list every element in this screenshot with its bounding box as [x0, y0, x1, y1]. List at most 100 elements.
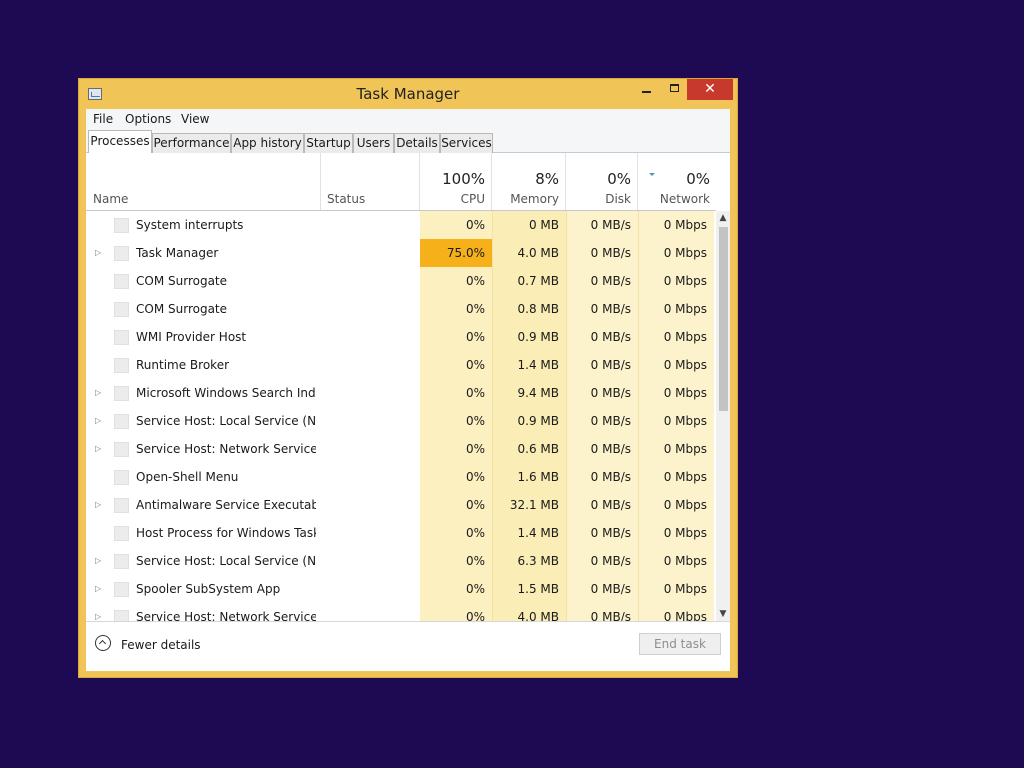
expand-chevron-icon[interactable]: ▷: [95, 603, 105, 621]
table-row[interactable]: ▷ Service Host: Network Service (4) 0%4.0 …: [86, 603, 716, 621]
network-cell: 0 Mbps: [638, 267, 714, 295]
table-row[interactable]: Runtime Broker 0% 1.4 MB 0 MB/s 0 Mbps: [86, 351, 716, 379]
network-cell: 0 Mbps: [638, 295, 714, 323]
column-header-memory[interactable]: 8% Memory: [492, 153, 566, 211]
process-icon: [114, 442, 129, 457]
process-name: Spooler SubSystem App: [136, 582, 281, 596]
table-row[interactable]: ▷ Service Host: Network Service (... 0%0.6…: [86, 435, 716, 463]
memory-cell: 0.8 MB: [492, 295, 566, 323]
cpu-cell: 0%: [420, 267, 492, 295]
title-bar[interactable]: Task Manager ✕: [79, 79, 737, 109]
memory-cell: 4.0 MB: [492, 239, 566, 267]
tab-processes[interactable]: Processes: [88, 130, 152, 153]
disk-cell: 0 MB/s: [566, 211, 638, 239]
table-row[interactable]: Open-Shell Menu 0% 1.6 MB 0 MB/s 0 Mbps: [86, 463, 716, 491]
cpu-cell: 0%: [420, 407, 492, 435]
table-row[interactable]: COM Surrogate 0% 0.8 MB 0 MB/s 0 Mbps: [86, 295, 716, 323]
minimize-button[interactable]: [633, 79, 661, 100]
disk-cell: 0 MB/s: [566, 463, 638, 491]
process-name: Runtime Broker: [136, 358, 230, 372]
minimize-icon: [642, 91, 651, 93]
disk-cell: 0 MB/s: [566, 239, 638, 267]
cpu-cell: 0%: [420, 575, 492, 603]
column-label-network: Network: [659, 192, 710, 206]
memory-cell: 0.9 MB: [492, 323, 566, 351]
scroll-up-arrow-icon[interactable]: ▲: [716, 211, 730, 225]
expand-chevron-icon[interactable]: ▷: [95, 435, 105, 463]
process-icon: [114, 246, 129, 261]
maximize-icon: [670, 84, 679, 92]
table-row[interactable]: COM Surrogate 0% 0.7 MB 0 MB/s 0 Mbps: [86, 267, 716, 295]
menu-options[interactable]: Options: [125, 112, 171, 126]
scroll-down-arrow-icon[interactable]: ▼: [716, 607, 730, 621]
close-button[interactable]: ✕: [687, 79, 733, 100]
process-name: Host Process for Windows Tasks: [136, 526, 316, 540]
expand-chevron-icon[interactable]: ▷: [95, 379, 105, 407]
column-header-cpu[interactable]: 100% CPU: [420, 153, 492, 211]
cpu-cell: 0%: [420, 463, 492, 491]
chevron-up-circle-icon[interactable]: [95, 635, 111, 651]
expand-chevron-icon[interactable]: ▷: [95, 547, 105, 575]
close-icon: ✕: [704, 81, 716, 97]
process-name: COM Surrogate: [136, 302, 228, 316]
memory-cell: 0.6 MB: [492, 435, 566, 463]
table-row[interactable]: System interrupts 0% 0 MB 0 MB/s 0 Mbps: [86, 211, 716, 239]
end-task-button[interactable]: End task: [639, 633, 721, 655]
table-row[interactable]: ▷ Antimalware Service Executable 0% 32.1 MB…: [86, 491, 716, 519]
process-icon: [114, 610, 129, 621]
column-header-name[interactable]: Name: [86, 153, 321, 211]
column-header-status[interactable]: Status: [321, 153, 420, 211]
tab-performance[interactable]: Performance: [152, 133, 231, 153]
column-label-status: Status: [327, 192, 366, 206]
tab-strip: Processes Performance App history Startu…: [86, 129, 730, 153]
disk-cell: 0 MB/s: [566, 603, 638, 621]
expand-chevron-icon[interactable]: ▷: [95, 239, 105, 267]
menu-view[interactable]: View: [181, 112, 209, 126]
table-row[interactable]: ▷ Spooler SubSystem App 0% 1.5 MB 0 MB/s 0 Mb…: [86, 575, 716, 603]
process-name: Open-Shell Menu: [136, 470, 239, 484]
table-row[interactable]: ▷ Service Host: Local Service (No I... 0% 0…: [86, 407, 716, 435]
tab-details[interactable]: Details: [394, 133, 440, 153]
table-row[interactable]: Host Process for Windows Tasks 0% 1.4 MB 0 …: [86, 519, 716, 547]
column-label-name: Name: [93, 192, 129, 206]
disk-cell: 0 MB/s: [566, 407, 638, 435]
table-row[interactable]: ▷ Task Manager 75.0% 4.0 MB 0 MB/s 0 Mbps: [86, 239, 716, 267]
network-total-percent: 0%: [686, 170, 710, 188]
tab-services[interactable]: Services: [440, 133, 493, 153]
menu-file[interactable]: File: [93, 112, 113, 126]
process-icon: [114, 554, 129, 569]
column-label-disk: Disk: [605, 192, 631, 206]
disk-cell: 0 MB/s: [566, 351, 638, 379]
table-row[interactable]: ▷ Microsoft Windows Search Inde... 0% 9.4 M…: [86, 379, 716, 407]
task-manager-window: Task Manager ✕ File Options View Process…: [78, 78, 738, 678]
column-header-network[interactable]: 0% Network: [638, 153, 716, 211]
tab-startup[interactable]: Startup: [304, 133, 353, 153]
memory-cell: 0.7 MB: [492, 267, 566, 295]
cpu-cell: 75.0%: [420, 239, 492, 267]
process-icon: [114, 358, 129, 373]
process-name: Service Host: Local Service (No I...: [136, 414, 316, 428]
memory-cell: 6.3 MB: [492, 547, 566, 575]
memory-cell: 1.4 MB: [492, 519, 566, 547]
memory-cell: 1.6 MB: [492, 463, 566, 491]
column-header-disk[interactable]: 0% Disk: [566, 153, 638, 211]
expand-chevron-icon[interactable]: ▷: [95, 575, 105, 603]
cpu-cell: 0%: [420, 603, 492, 621]
expand-chevron-icon: [95, 519, 105, 547]
tab-app-history[interactable]: App history: [231, 133, 304, 153]
scrollbar-thumb[interactable]: [719, 227, 728, 411]
memory-total-percent: 8%: [535, 170, 559, 188]
network-cell: 0 Mbps: [638, 407, 714, 435]
menu-bar: File Options View: [86, 109, 730, 129]
maximize-button[interactable]: [661, 79, 689, 100]
vertical-scrollbar[interactable]: ▲ ▼: [716, 211, 730, 621]
table-row[interactable]: ▷ Service Host: Local Service (No ... 0%6.…: [86, 547, 716, 575]
network-cell: 0 Mbps: [638, 239, 714, 267]
fewer-details-link[interactable]: Fewer details: [121, 638, 201, 652]
process-list[interactable]: System interrupts 0% 0 MB 0 MB/s 0 Mbps ▷ Task…: [86, 211, 716, 621]
expand-chevron-icon[interactable]: ▷: [95, 407, 105, 435]
expand-chevron-icon[interactable]: ▷: [95, 491, 105, 519]
expand-chevron-icon: [95, 323, 105, 351]
table-row[interactable]: WMI Provider Host 0% 0.9 MB 0 MB/s 0 Mbps: [86, 323, 716, 351]
tab-users[interactable]: Users: [353, 133, 394, 153]
